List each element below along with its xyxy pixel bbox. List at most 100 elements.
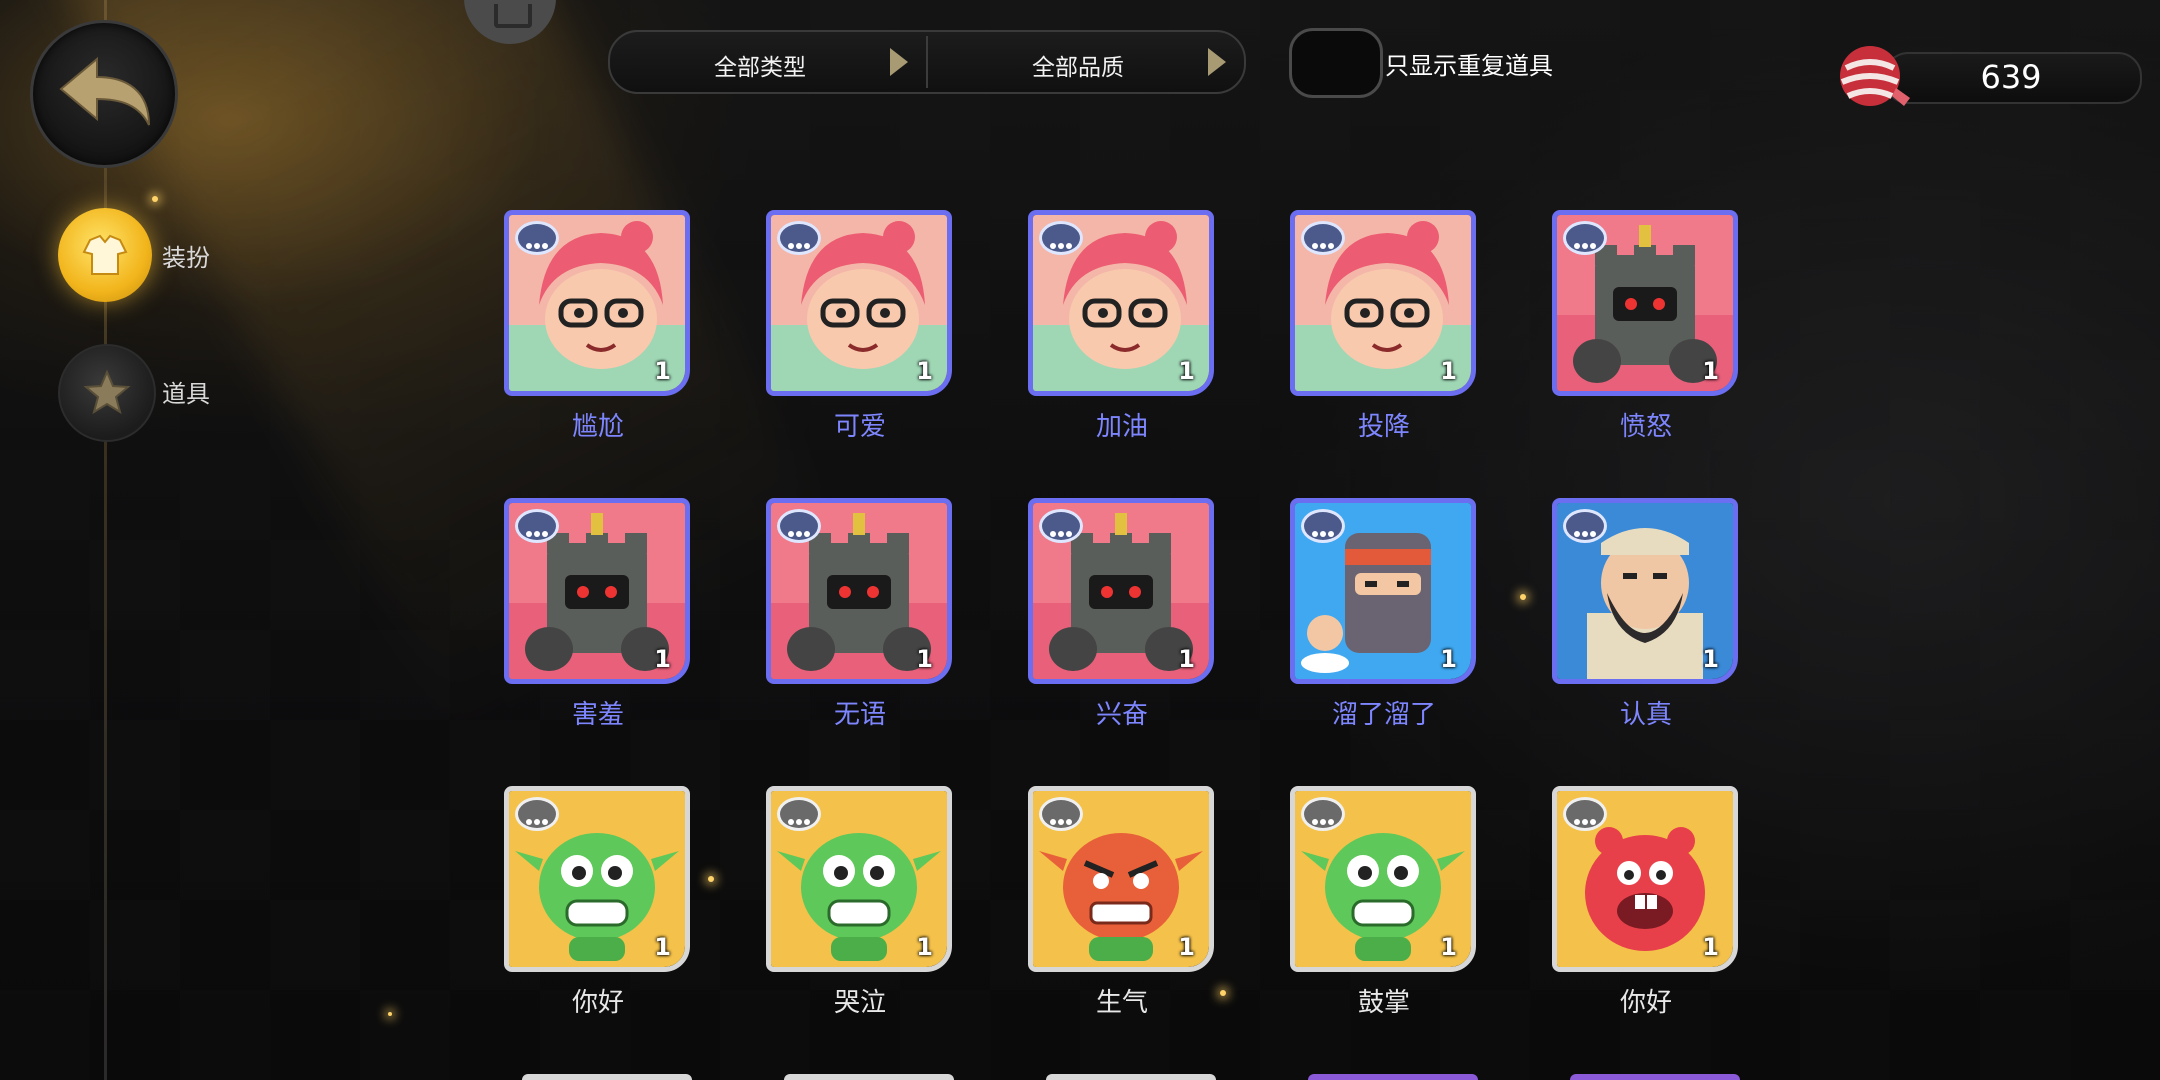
item-count: 1	[654, 357, 671, 385]
emote-card[interactable]: 1 你好	[500, 786, 696, 1026]
emote-thumbnail: 1	[766, 498, 952, 684]
chat-bubble-icon	[777, 221, 821, 255]
sparkle	[1220, 990, 1226, 996]
item-count: 1	[916, 933, 933, 961]
emote-thumbnail: 1	[504, 498, 690, 684]
back-button[interactable]	[30, 20, 178, 168]
filter-bar: 全部类型 全部品质	[608, 30, 1246, 94]
candy-icon	[1840, 46, 1910, 106]
chat-bubble-icon	[515, 509, 559, 543]
emote-name: 无语	[833, 700, 886, 730]
emote-name: 愤怒	[1619, 412, 1672, 442]
emote-thumbnail: 1	[1028, 498, 1214, 684]
emote-inventory-screen: 装扮 道具 全部类型 全部品质 只显示重复道具 639 1 尴尬 1 可爱 1 …	[0, 0, 2160, 1080]
item-count: 1	[1440, 357, 1457, 385]
chat-bubble-icon	[1563, 221, 1607, 255]
chat-bubble-icon	[1039, 797, 1083, 831]
next-row-card	[784, 1074, 954, 1080]
emote-thumbnail: 1	[766, 210, 952, 396]
emote-card[interactable]: 1 兴奋	[1024, 498, 1220, 738]
next-row-card	[522, 1074, 692, 1080]
emote-name: 哭泣	[833, 988, 886, 1018]
item-count: 1	[1178, 933, 1195, 961]
emote-star-icon	[58, 344, 156, 442]
emote-thumbnail: 1	[1552, 210, 1738, 396]
emote-name: 投降	[1357, 412, 1410, 442]
emote-thumbnail: 1	[1290, 210, 1476, 396]
currency-amount: 639	[1980, 58, 2042, 96]
item-count: 1	[1178, 645, 1195, 673]
emote-card[interactable]: 1 可爱	[762, 210, 958, 450]
emote-name: 害羞	[571, 700, 624, 730]
item-count: 1	[916, 357, 933, 385]
next-row-card	[1570, 1074, 1740, 1080]
chat-bubble-icon	[1301, 221, 1345, 255]
emote-thumbnail: 1	[766, 786, 952, 972]
emote-name: 你好	[571, 988, 624, 1018]
emote-thumbnail: 1	[1552, 786, 1738, 972]
emote-card[interactable]: 1 愤怒	[1548, 210, 1744, 450]
item-count: 1	[1702, 645, 1719, 673]
item-count: 1	[1178, 357, 1195, 385]
shirt-icon	[58, 208, 152, 302]
emote-card[interactable]: 1 投降	[1286, 210, 1482, 450]
item-count: 1	[916, 645, 933, 673]
item-count: 1	[1702, 933, 1719, 961]
chat-bubble-icon	[1039, 221, 1083, 255]
sparkle	[708, 876, 714, 882]
emote-thumbnail: 1	[1290, 498, 1476, 684]
type-filter-label: 全部类型	[714, 55, 806, 81]
emote-name: 认真	[1619, 700, 1672, 730]
emote-card[interactable]: 1 你好	[1548, 786, 1744, 1026]
emote-card[interactable]: 1 尴尬	[500, 210, 696, 450]
sidebar-item-props[interactable]: 道具	[58, 344, 258, 442]
item-count: 1	[654, 645, 671, 673]
emote-name: 可爱	[833, 412, 886, 442]
sparkle	[152, 196, 158, 202]
sidebar-item-label: 道具	[162, 380, 210, 408]
emote-card[interactable]: 1 鼓掌	[1286, 786, 1482, 1026]
emote-name: 兴奋	[1095, 700, 1148, 730]
emote-thumbnail: 1	[1290, 786, 1476, 972]
duplicates-toggle-label: 只显示重复道具	[1385, 52, 1553, 80]
sidebar-item-dressup[interactable]: 装扮	[58, 208, 258, 304]
item-count: 1	[1440, 933, 1457, 961]
back-arrow-icon	[59, 56, 150, 126]
duplicates-toggle[interactable]	[1289, 28, 1383, 98]
emote-card[interactable]: 1 无语	[762, 498, 958, 738]
quality-filter-dropdown[interactable]: 全部品质	[928, 32, 1244, 92]
chat-bubble-icon	[515, 797, 559, 831]
emote-card[interactable]: 1 认真	[1548, 498, 1744, 738]
emote-card[interactable]: 1 生气	[1024, 786, 1220, 1026]
emote-thumbnail: 1	[1028, 786, 1214, 972]
emote-card[interactable]: 1 加油	[1024, 210, 1220, 450]
dropdown-arrow-icon	[1208, 48, 1226, 76]
emote-thumbnail: 1	[1028, 210, 1214, 396]
quality-filter-label: 全部品质	[1032, 55, 1124, 81]
chat-bubble-icon	[777, 509, 821, 543]
next-row-card	[1308, 1074, 1478, 1080]
currency-display: 639	[1834, 38, 2142, 118]
emote-name: 鼓掌	[1357, 988, 1410, 1018]
emote-card[interactable]: 1 害羞	[500, 498, 696, 738]
emote-thumbnail: 1	[1552, 498, 1738, 684]
next-row-card	[1046, 1074, 1216, 1080]
emote-name: 尴尬	[571, 412, 624, 442]
emote-name: 你好	[1619, 988, 1672, 1018]
chat-bubble-icon	[777, 797, 821, 831]
chat-bubble-icon	[1039, 509, 1083, 543]
chat-bubble-icon	[1301, 509, 1345, 543]
emote-name: 加油	[1095, 412, 1148, 442]
chat-bubble-icon	[1563, 509, 1607, 543]
emote-name: 生气	[1095, 988, 1148, 1018]
emote-card[interactable]: 1 溜了溜了	[1286, 498, 1482, 738]
emote-name: 溜了溜了	[1331, 700, 1436, 730]
item-count: 1	[654, 933, 671, 961]
sidebar-item-label: 装扮	[162, 244, 210, 272]
type-filter-dropdown[interactable]: 全部类型	[610, 32, 926, 92]
sparkle	[388, 1012, 392, 1016]
item-count: 1	[1702, 357, 1719, 385]
chat-bubble-icon	[1563, 797, 1607, 831]
emote-card[interactable]: 1 哭泣	[762, 786, 958, 1026]
chat-bubble-icon	[515, 221, 559, 255]
